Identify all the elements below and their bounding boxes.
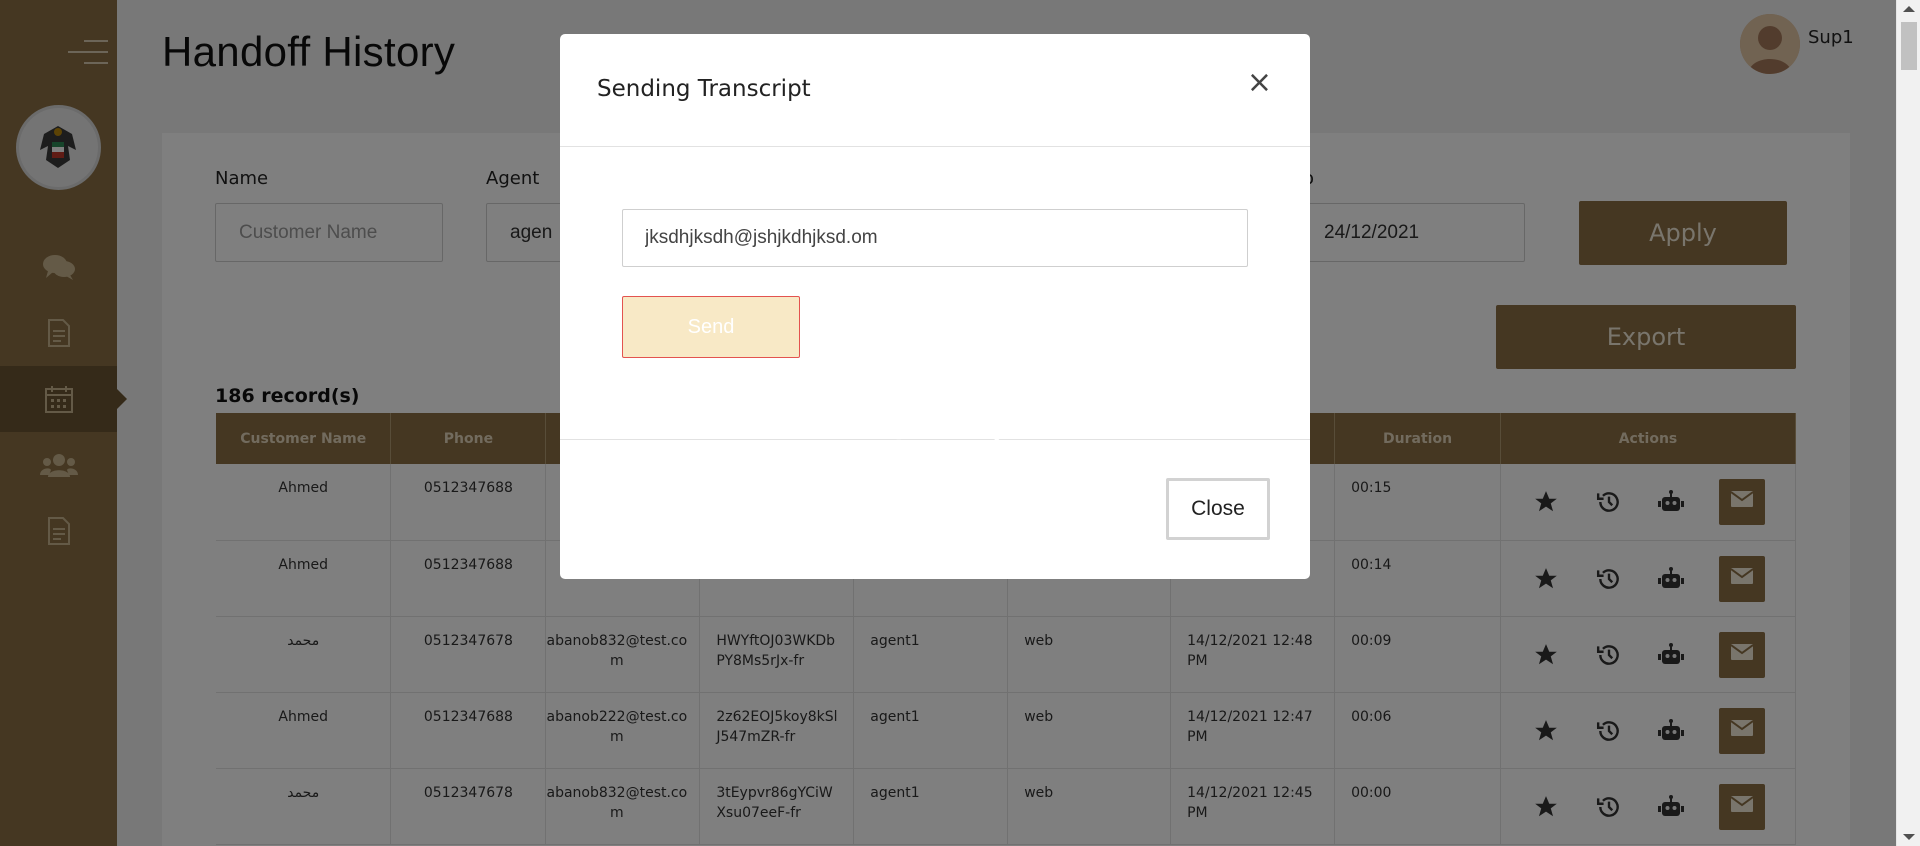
close-icon[interactable]: × (1247, 68, 1272, 98)
page-scrollbar[interactable] (1896, 0, 1920, 846)
sending-transcript-modal: Sending Transcript × Send Close (560, 34, 1310, 579)
modal-title: Sending Transcript (597, 76, 811, 102)
scroll-thumb[interactable] (1901, 22, 1917, 70)
scroll-up-icon[interactable] (1903, 6, 1915, 12)
close-button[interactable]: Close (1166, 478, 1270, 540)
send-button[interactable]: Send (622, 296, 800, 358)
scroll-down-icon[interactable] (1903, 834, 1915, 840)
modal-header: Sending Transcript × (560, 34, 1310, 147)
email-input[interactable] (622, 209, 1248, 267)
loading-spinner-icon (894, 369, 1002, 477)
